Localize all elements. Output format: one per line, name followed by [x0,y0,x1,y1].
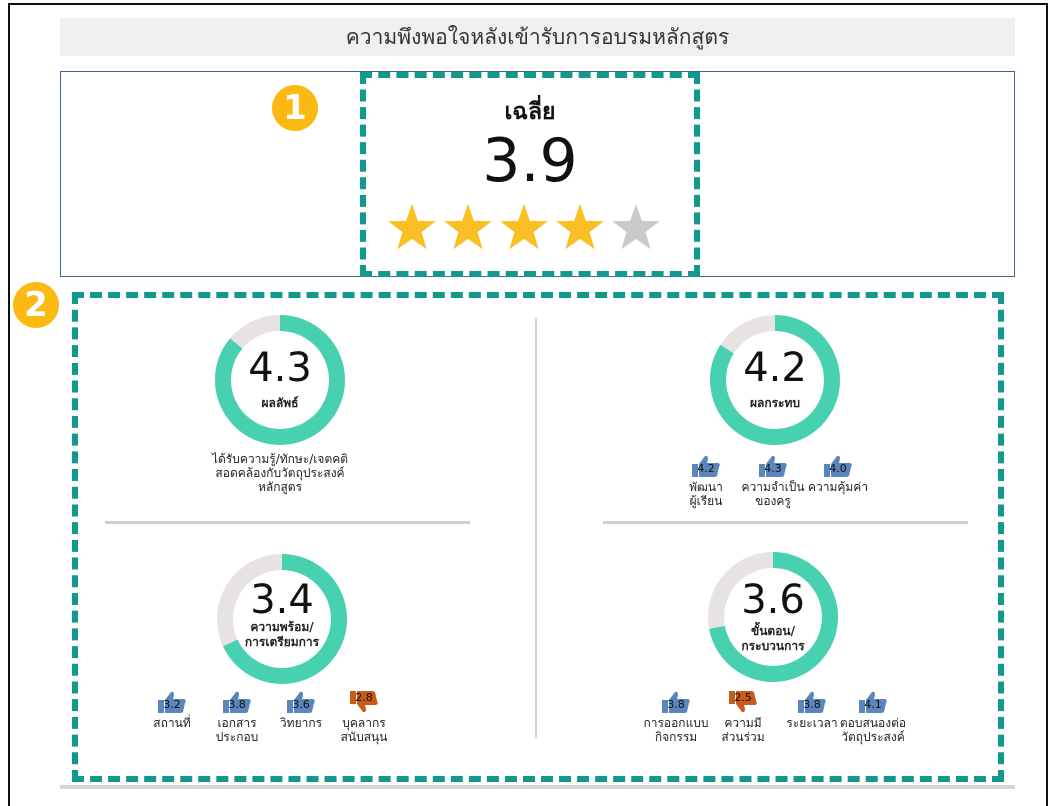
thumbs-up-icon: 4.1 [858,690,888,714]
thumbs-up-icon: 4.0 [823,454,853,478]
horizontal-divider-left [105,521,470,524]
donut-label-process: ขั้นตอน/ กระบวนการ [703,624,843,654]
star-filled-icon [556,204,604,250]
description-line: หลักสูตร [257,480,303,494]
metric-label: บุคลากร สนับสนุน [322,716,406,744]
metric-value: 3.8 [228,698,246,711]
thumbs-up-icon: 3.8 [797,690,827,714]
star-rating [388,204,660,250]
callout-badge-1: 1 [272,85,318,131]
donut-value-outcome: 4.3 [248,345,312,391]
page-title: ความพึงพอใจหลังเข้ารับการอบรมหลักสูตร [60,18,1015,56]
metric-label-line: วัตถุประสงค์ [841,730,905,744]
metric-label: ความคุ้มค่า [796,480,880,494]
donut-label-line: ความพร้อม/ [250,620,314,634]
description-line: ได้รับความรู้/ทักษะ/เจตคติ [211,452,349,466]
donut-value-process: 3.6 [741,577,805,623]
metric-impact-worthiness: 4.0 ความคุ้มค่า [796,454,880,494]
thumbs-up-icon: 4.2 [691,454,721,478]
donut-value-impact: 4.2 [743,345,807,391]
donut-label-line: กระบวนการ [741,639,805,653]
star-filled-icon [444,204,492,250]
thumbs-down-icon: 2.8 [349,690,379,714]
thumbs-up-icon: 3.6 [286,690,316,714]
metric-value: 2.5 [734,691,752,704]
horizontal-divider-right [603,521,968,524]
donut-value-readiness: 3.4 [250,577,314,623]
vertical-divider [535,318,537,738]
metric-value: 3.2 [163,698,181,711]
metric-label-line: สนับสนุน [340,730,388,744]
metric-value: 3.8 [803,698,821,711]
thumbs-down-icon: 2.5 [728,690,758,714]
thumbs-up-icon: 3.2 [157,690,187,714]
donut-label-outcome: ผลลัพธ์ [210,396,350,411]
donut-label-line: ผลกระทบ [749,396,801,410]
callout-badge-2: 2 [13,282,59,328]
metric-value: 4.2 [697,462,715,475]
metric-value: 3.8 [667,698,685,711]
thumbs-up-icon: 3.8 [661,690,691,714]
metric-process-objectives: 4.1 ตอบสนองต่อ วัตถุประสงค์ [831,690,915,744]
metric-value: 4.0 [829,462,847,475]
metric-label-line: ประกอบ [215,730,259,744]
metric-value: 4.3 [764,462,782,475]
donut-label-line: การเตรียมการ [244,635,320,649]
average-value: 3.9 [482,126,578,196]
star-filled-icon [388,204,436,250]
metric-label-line: บุคลากร [342,716,386,730]
donut-label-impact: ผลกระทบ [705,396,845,411]
thumbs-up-icon: 3.8 [222,690,252,714]
description-line: สอดคล้องกับวัตถุประสงค์ [215,466,345,480]
average-label: เฉลี่ย [504,99,556,125]
donut-label-line: ผลลัพธ์ [261,396,299,410]
metric-value: 4.1 [864,698,882,711]
donut-label-readiness: ความพร้อม/ การเตรียมการ [212,620,352,650]
thumbs-up-icon: 4.3 [758,454,788,478]
metric-label-line: ส่วนร่วม [721,730,765,744]
metric-value: 2.8 [355,691,373,704]
metric-value: 3.6 [292,698,310,711]
bottom-divider [60,785,1015,789]
star-filled-icon [500,204,548,250]
metric-label-line: ตอบสนองต่อ [839,716,907,730]
donut-label-line: ขั้นตอน/ [751,624,795,638]
metric-label-line: ของครู [755,494,791,508]
metric-label: ตอบสนองต่อ วัตถุประสงค์ [831,716,915,744]
outcome-description: ได้รับความรู้/ทักษะ/เจตคติ สอดคล้องกับวั… [180,452,380,494]
metric-readiness-support-staff: 2.8 บุคลากร สนับสนุน [322,690,406,744]
metric-label-line: ความคุ้มค่า [807,480,869,494]
star-empty-icon [612,204,660,250]
